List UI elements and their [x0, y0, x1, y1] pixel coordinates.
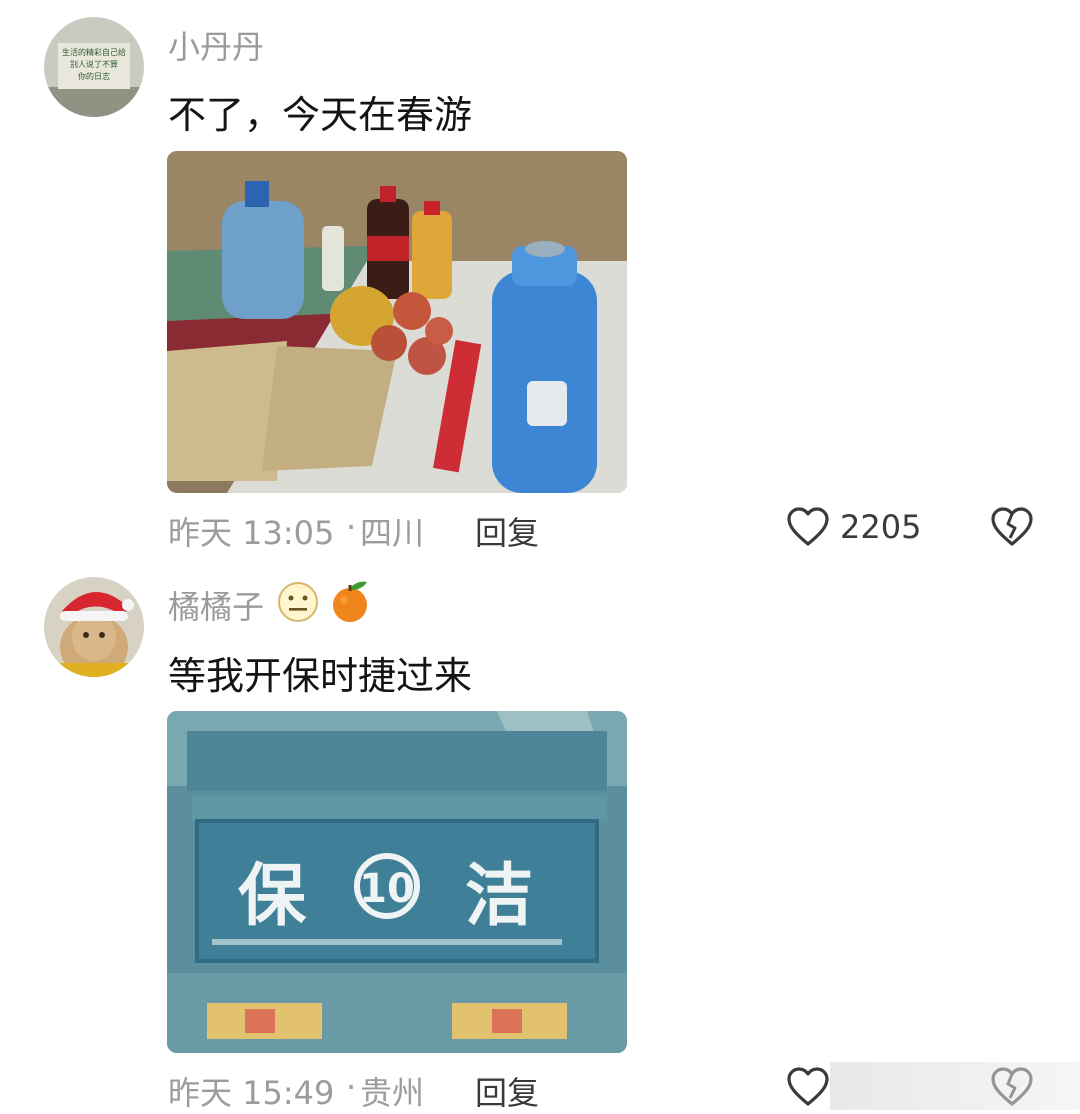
svg-text:别人说了不算: 别人说了不算 — [70, 59, 118, 69]
watermark-overlay — [830, 1062, 1080, 1110]
heart-icon[interactable] — [786, 1066, 830, 1112]
comment-timestamp: 昨天 13:05 — [168, 514, 335, 552]
heart-icon[interactable] — [786, 506, 830, 552]
truck-sign-right-char: 洁 — [465, 857, 533, 936]
neutral-face-emoji — [276, 580, 320, 628]
picnic-photo[interactable] — [167, 151, 627, 493]
meta-separator: · — [346, 508, 357, 546]
reply-button[interactable]: 回复 — [475, 508, 539, 554]
comment-location: 四川 — [360, 514, 425, 552]
svg-text:你的日志: 你的日志 — [78, 71, 110, 81]
comment-timestamp: 昨天 15:49 — [168, 1074, 335, 1112]
svg-text:生活的精彩自己给: 生活的精彩自己给 — [62, 47, 126, 57]
username[interactable]: 橘橘子 — [168, 582, 264, 628]
broken-heart-icon[interactable] — [990, 1066, 1034, 1112]
truck-sign-left-char: 保 — [238, 857, 307, 936]
comment-text: 不了，今天在春游 — [168, 93, 473, 137]
meta-separator: · — [346, 1068, 357, 1106]
truck-photo[interactable]: 保 10 洁 — [167, 711, 627, 1053]
comment-text: 等我开保时捷过来 — [168, 654, 473, 698]
like-count: 2205 — [840, 508, 922, 546]
tangerine-emoji — [330, 578, 372, 628]
broken-heart-icon[interactable] — [990, 506, 1034, 552]
username[interactable]: 小丹丹 — [168, 22, 264, 68]
avatar[interactable]: 生活的精彩自己给 别人说了不算 你的日志 — [44, 17, 144, 117]
comment-location: 贵州 — [360, 1074, 425, 1112]
reply-button[interactable]: 回复 — [475, 1068, 539, 1114]
truck-sign-number: 10 — [359, 866, 415, 912]
avatar[interactable] — [44, 577, 144, 677]
